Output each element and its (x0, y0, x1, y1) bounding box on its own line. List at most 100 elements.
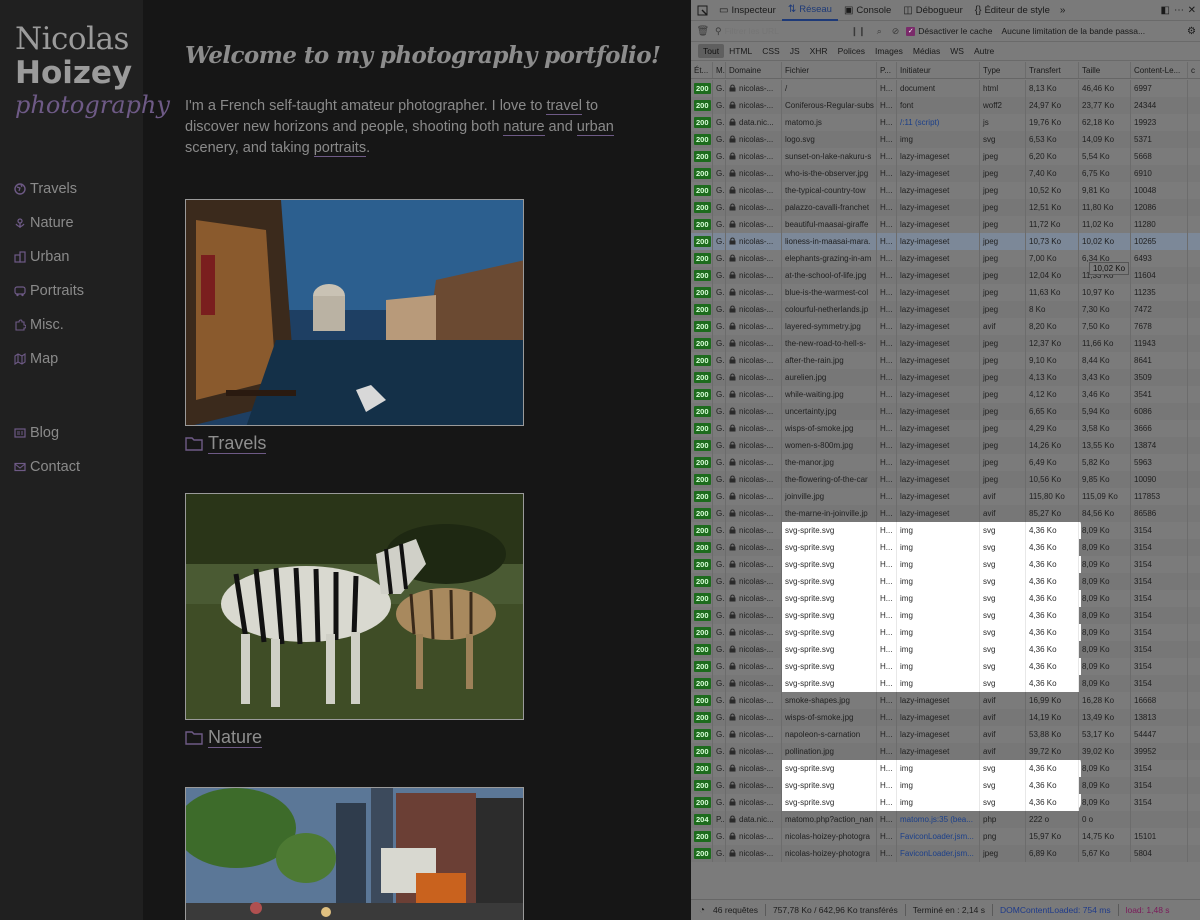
request-row[interactable]: 200 G... nicolas-... svg-sprite.svg H... img s… (691, 675, 1200, 692)
more-tabs-icon[interactable]: » (1056, 5, 1070, 16)
request-row[interactable]: 200 G... data.nic... matomo.js H... /:11 (scr… (691, 114, 1200, 131)
type-filter-html[interactable]: HTML (724, 44, 757, 58)
request-row[interactable]: 200 G... nicolas-... blue-is-the-warmest-co… (691, 284, 1200, 301)
tab-style-editor[interactable]: {} Éditeur de style (969, 0, 1056, 21)
request-row[interactable]: 200 G... nicolas-... the-marne-in-joinville… (691, 505, 1200, 522)
request-row[interactable]: 200 G... nicolas-... layered-symmetry.jpg H.… (691, 318, 1200, 335)
type-filter-js[interactable]: JS (785, 44, 805, 58)
request-row[interactable]: 200 G... nicolas-... logo.svg H... img svg 6,53… (691, 131, 1200, 148)
link-travel[interactable]: travel (546, 98, 582, 115)
nav-item-map[interactable]: Map (14, 342, 139, 376)
request-row[interactable]: 200 G... nicolas-... who-is-the-observer.jp… (691, 165, 1200, 182)
request-row[interactable]: 200 G... nicolas-... nicolas-hoizey-photogr… (691, 845, 1200, 862)
tab-network[interactable]: ⇅ Réseau (781, 0, 838, 21)
type-filter-ws[interactable]: WS (945, 44, 969, 58)
nav-item-misc[interactable]: Misc. (14, 308, 139, 342)
column-header-type[interactable]: Type (980, 62, 1026, 78)
tab-debugger[interactable]: ◫ Débogueur (897, 0, 968, 21)
column-header-initiator[interactable]: Initiateur (897, 62, 980, 78)
request-row[interactable]: 200 G... nicolas-... the-manor.jpg H... lazy-… (691, 454, 1200, 471)
request-row[interactable]: 200 G... nicolas-... svg-sprite.svg H... img s… (691, 658, 1200, 675)
type-filter-css[interactable]: CSS (757, 44, 784, 58)
request-row[interactable]: 200 G... nicolas-... lioness-in-maasai-mara… (691, 233, 1200, 250)
settings-gear-icon[interactable]: ⚙ (1187, 26, 1196, 37)
gallery-photo-travels[interactable] (185, 199, 524, 426)
request-row[interactable]: 200 G... nicolas-... smoke-shapes.jpg H... la… (691, 692, 1200, 709)
column-header-transferred[interactable]: Transfert (1026, 62, 1079, 78)
options-icon[interactable]: ⋯ (1174, 5, 1184, 16)
column-header-file[interactable]: Fichier (782, 62, 877, 78)
request-row[interactable]: 200 G... nicolas-... svg-sprite.svg H... img s… (691, 607, 1200, 624)
gallery-photo-nature[interactable] (185, 493, 524, 720)
search-icon[interactable]: ⌕ (877, 26, 882, 37)
column-header-size[interactable]: Taille (1079, 62, 1131, 78)
request-row[interactable]: 200 G... nicolas-... svg-sprite.svg H... img s… (691, 641, 1200, 658)
nav-item-nature[interactable]: Nature (14, 206, 139, 240)
request-row[interactable]: 200 G... nicolas-... svg-sprite.svg H... img s… (691, 624, 1200, 641)
nav-item-travels[interactable]: Travels (14, 172, 139, 206)
tab-console[interactable]: ▣ Console (838, 0, 897, 21)
type-filter-fonts[interactable]: Polices (833, 44, 870, 58)
request-row[interactable]: 200 G... nicolas-... beautiful-maasai-giraf… (691, 216, 1200, 233)
request-row[interactable]: 200 G... nicolas-... / H... document html 8,13 … (691, 80, 1200, 97)
column-header-method[interactable]: M... (713, 62, 726, 78)
pause-icon[interactable]: ❙❙ (851, 26, 866, 37)
dock-icon[interactable]: ◧ (1161, 5, 1170, 16)
gallery-caption[interactable]: Travels (185, 432, 524, 454)
type-filter-images[interactable]: Images (870, 44, 908, 58)
request-row[interactable]: 200 G... nicolas-... colourful-netherlands.… (691, 301, 1200, 318)
request-row[interactable]: 200 G... nicolas-... svg-sprite.svg H... img s… (691, 590, 1200, 607)
close-icon[interactable]: ✕ (1188, 5, 1196, 16)
column-header-content-length[interactable]: Content-Le... (1131, 62, 1188, 78)
request-row[interactable]: 200 G... nicolas-... uncertainty.jpg H... laz… (691, 403, 1200, 420)
request-row[interactable]: 200 G... nicolas-... joinville.jpg H... lazy-… (691, 488, 1200, 505)
request-row[interactable]: 200 G... nicolas-... the-new-road-to-hell-s… (691, 335, 1200, 352)
disable-cache-checkbox[interactable]: ✓ Désactiver le cache (906, 26, 992, 36)
request-row[interactable]: 200 G... nicolas-... svg-sprite.svg H... img s… (691, 777, 1200, 794)
request-row[interactable]: 200 G... nicolas-... aurelien.jpg H... lazy-i… (691, 369, 1200, 386)
request-row[interactable]: 200 G... nicolas-... wisps-of-smoke.jpg H...… (691, 420, 1200, 437)
request-row[interactable]: 200 G... nicolas-... while-waiting.jpg H... l… (691, 386, 1200, 403)
block-icon[interactable]: ⊘ (892, 26, 900, 37)
request-row[interactable]: 200 G... nicolas-... svg-sprite.svg H... img s… (691, 573, 1200, 590)
link-portraits[interactable]: portraits (313, 140, 367, 157)
request-row[interactable]: 200 G... nicolas-... svg-sprite.svg H... img s… (691, 760, 1200, 777)
request-row[interactable]: 200 G... nicolas-... svg-sprite.svg H... img s… (691, 556, 1200, 573)
gallery-caption[interactable]: Nature (185, 726, 524, 748)
request-row[interactable]: 200 G... nicolas-... sunset-on-lake-nakuru-… (691, 148, 1200, 165)
request-row[interactable]: 200 G... nicolas-... nicolas-hoizey-photogr… (691, 828, 1200, 845)
gallery-photo-urban[interactable] (185, 787, 524, 920)
link-nature[interactable]: nature (503, 119, 545, 136)
request-row[interactable]: 200 G... nicolas-... palazzo-cavalli-franch… (691, 199, 1200, 216)
nav-item-contact[interactable]: Contact (14, 450, 139, 484)
filter-url-input[interactable] (724, 23, 845, 39)
site-logo[interactable]: Nicolas Hoizey photography (15, 22, 170, 120)
link-urban[interactable]: urban (576, 119, 614, 136)
type-filter-xhr[interactable]: XHR (805, 44, 833, 58)
request-row[interactable]: 200 G... nicolas-... svg-sprite.svg H... img s… (691, 794, 1200, 811)
column-header-domain[interactable]: Domaine (726, 62, 782, 78)
trash-icon[interactable]: 🗑 (691, 26, 715, 37)
request-row[interactable]: 204 P... data.nic... matomo.php?action_nan H… (691, 811, 1200, 828)
nav-item-urban[interactable]: Urban (14, 240, 139, 274)
type-filter-other[interactable]: Autre (969, 44, 999, 58)
request-row[interactable]: 200 G... nicolas-... wisps-of-smoke.jpg H...… (691, 709, 1200, 726)
request-row[interactable]: 200 G... nicolas-... Coniferous-Regular-sub… (691, 97, 1200, 114)
type-filter-all[interactable]: Tout (698, 44, 725, 58)
nav-item-portraits[interactable]: Portraits (14, 274, 139, 308)
request-row[interactable]: 200 G... nicolas-... svg-sprite.svg H... img s… (691, 522, 1200, 539)
request-row[interactable]: 200 G... nicolas-... women-s-800m.jpg H... la… (691, 437, 1200, 454)
request-row[interactable]: 200 G... nicolas-... the-flowering-of-the-c… (691, 471, 1200, 488)
throttle-select[interactable]: Aucune limitation de la bande passa... (1001, 26, 1145, 36)
request-row[interactable]: 200 G... nicolas-... pollination.jpg H... laz… (691, 743, 1200, 760)
request-row[interactable]: 200 G... nicolas-... svg-sprite.svg H... img s… (691, 539, 1200, 556)
nav-item-blog[interactable]: Blog (14, 416, 139, 450)
tab-inspector[interactable]: ▭ Inspecteur (713, 0, 782, 21)
request-row[interactable]: 200 G... nicolas-... the-typical-country-to… (691, 182, 1200, 199)
request-row[interactable]: 200 G... nicolas-... napoleon-s-carnation H.… (691, 726, 1200, 743)
column-header-status[interactable]: Ét... (691, 62, 713, 78)
column-header-protocol[interactable]: P... (877, 62, 897, 78)
pick-element-icon[interactable] (691, 5, 713, 16)
type-filter-media[interactable]: Médias (908, 44, 945, 58)
request-row[interactable]: 200 G... nicolas-... after-the-rain.jpg H...… (691, 352, 1200, 369)
